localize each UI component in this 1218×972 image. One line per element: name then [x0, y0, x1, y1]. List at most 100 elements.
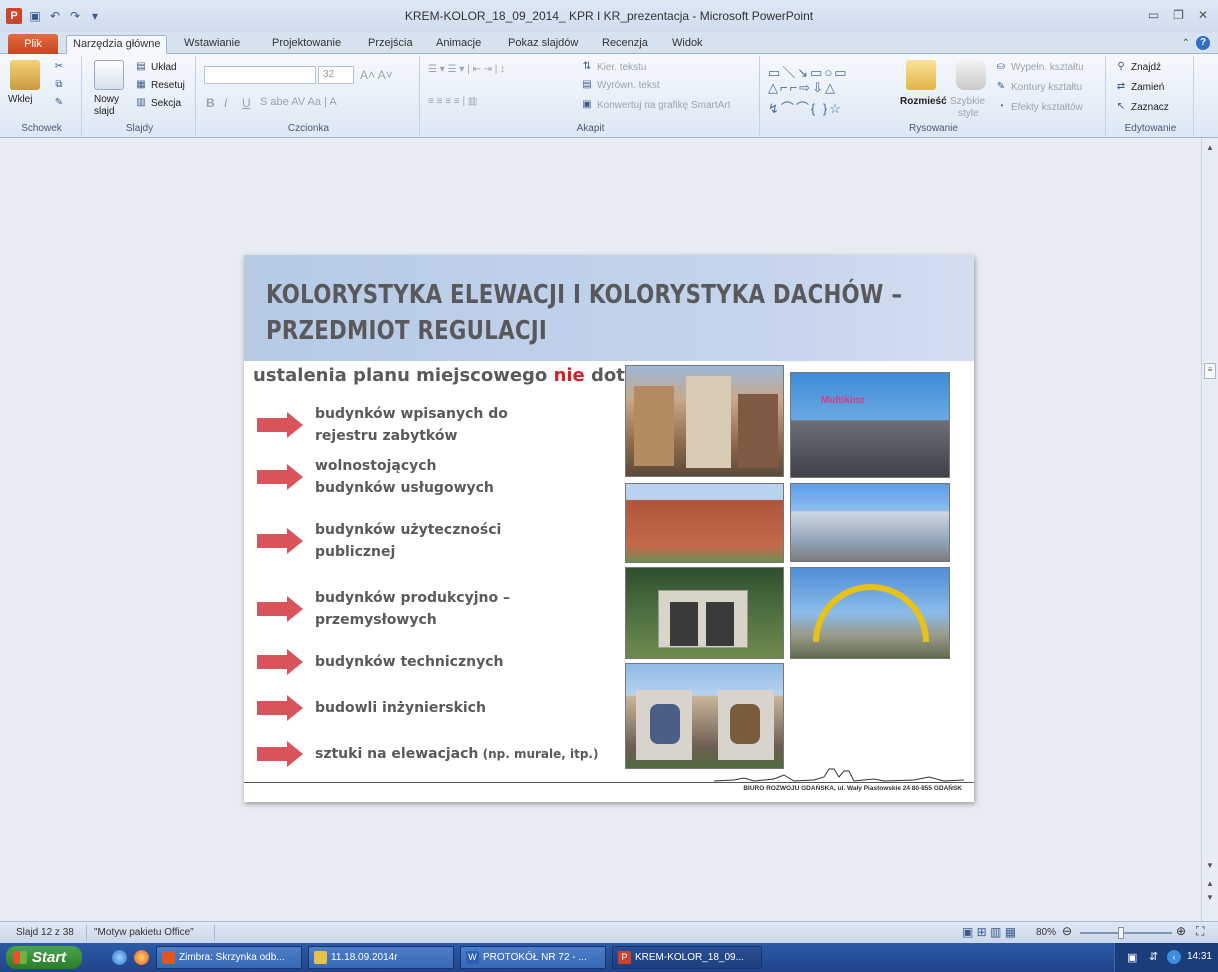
cut-button[interactable]: ✂	[52, 60, 66, 74]
new-slide-label-2[interactable]: slajd	[94, 106, 115, 117]
show-hidden-icons-icon[interactable]: ‹	[1167, 950, 1181, 964]
slide-canvas[interactable]: KOLORYSTYKA ELEWACJI I KOLORYSTYKA DACHÓ…	[244, 255, 974, 802]
arrange-button[interactable]: Rozmieść	[900, 96, 947, 107]
scrollbar-thumb[interactable]: ≡	[1204, 363, 1216, 379]
slide-title[interactable]: KOLORYSTYKA ELEWACJI I KOLORYSTYKA DACHÓ…	[266, 277, 947, 349]
photo-service-buildings[interactable]	[625, 483, 784, 563]
shapes-gallery[interactable]: ▭＼↘▭○▭	[768, 62, 849, 81]
tab-view[interactable]: Widok	[666, 35, 709, 54]
select-button[interactable]: ↖ Zaznacz	[1114, 100, 1169, 114]
ie-icon[interactable]	[112, 950, 127, 965]
shape-fill-button[interactable]: ⛀ Wypełn. kształtu	[994, 60, 1084, 74]
restore-icon[interactable]: ❐	[1173, 8, 1184, 22]
slide-subtitle[interactable]: ustalenia planu miejscowego nie dotyczą:	[253, 365, 677, 386]
taskbar-item-word[interactable]: W PROTOKÓŁ NR 72 - ...	[460, 946, 606, 969]
smartart-button[interactable]: ▣ Konwertuj na grafikę SmartArt	[580, 98, 730, 112]
photo-bridge[interactable]	[790, 567, 950, 659]
photo-murals[interactable]	[625, 663, 784, 769]
view-buttons[interactable]: ▣ ⊞ ▥ ▦	[962, 925, 1016, 939]
paste-icon[interactable]	[10, 60, 40, 90]
text-direction-button[interactable]: ⇅ Kier. tekstu	[580, 60, 647, 74]
taskbar-item-zimbra[interactable]: Zimbra: Skrzynka odb...	[156, 946, 302, 969]
fit-to-window-icon[interactable]: ⛶	[1196, 924, 1204, 939]
zoom-level[interactable]: 80%	[1036, 927, 1056, 938]
tab-review[interactable]: Recenzja	[596, 35, 654, 54]
zoom-slider[interactable]	[1080, 932, 1172, 934]
quick-styles-label-2[interactable]: style	[958, 108, 979, 119]
tab-animations[interactable]: Animacje	[430, 35, 487, 54]
tab-insert[interactable]: Wstawianie	[178, 35, 246, 54]
shadow-button[interactable]: S abe AV Aa | A	[260, 96, 337, 108]
scroll-up-icon[interactable]: ▲	[1206, 143, 1214, 152]
close-icon[interactable]: ✕	[1198, 8, 1208, 22]
bullet-item[interactable]: budynków produkcyjno – przemysłowych	[257, 587, 510, 631]
bullet-item[interactable]: budowli inżynierskich	[257, 695, 486, 721]
vertical-scrollbar[interactable]: ▲ ≡ ▼ ▲ ▼	[1201, 139, 1218, 921]
clock[interactable]: 14:31	[1187, 951, 1212, 962]
bullet-item[interactable]: budynków technicznych	[257, 649, 504, 675]
start-button[interactable]: Start	[6, 946, 82, 969]
new-slide-label[interactable]: Nowy	[94, 94, 119, 105]
section-button[interactable]: ▥ Sekcja	[134, 96, 181, 110]
layout-icon: ▤	[136, 61, 146, 72]
zoom-out-icon[interactable]: ⊖	[1062, 924, 1072, 938]
bullet-item[interactable]: budynków wpisanych do rejestru zabytków	[257, 403, 508, 447]
group-slides: Nowy slajd ▤ Układ ▦ Resetuj ▥ Sekcja Slajd…	[84, 56, 196, 136]
photo-public-building[interactable]	[790, 483, 950, 562]
minimize-ribbon-icon[interactable]: ⌃	[1182, 38, 1190, 49]
taskbar-item-folder[interactable]: 11.18.09.2014r	[308, 946, 454, 969]
arrange-icon[interactable]	[906, 60, 936, 90]
network-icon[interactable]: ⇵	[1149, 950, 1158, 963]
shapes-gallery-row2[interactable]: △⌐⌐⇨⇩△	[768, 80, 837, 96]
shapes-gallery-row3[interactable]: ↯⌒⌒{ }☆	[768, 98, 843, 117]
bullet-text: budynków technicznych	[315, 654, 504, 670]
quick-styles-icon[interactable]	[956, 60, 986, 90]
copy-button[interactable]: ⧉	[52, 78, 66, 92]
layout-button[interactable]: ▤ Układ	[134, 60, 176, 74]
shape-outline-button[interactable]: ✎ Kontury kształtu	[994, 80, 1082, 94]
group-editing: ⚲ Znajdź ⇄ Zamień ↖ Zaznacz Edytowanie	[1108, 56, 1194, 136]
underline-button[interactable]: U	[242, 96, 251, 110]
language-icon[interactable]: ▣	[1127, 951, 1137, 964]
find-button[interactable]: ⚲ Znajdź	[1114, 60, 1161, 74]
tab-slideshow[interactable]: Pokaz slajdów	[502, 35, 584, 54]
new-slide-icon[interactable]	[94, 60, 124, 90]
font-name-combo[interactable]	[204, 66, 316, 84]
previous-slide-icon[interactable]: ▲	[1206, 879, 1214, 888]
tab-home[interactable]: Narzędzia główne	[66, 35, 168, 54]
quick-styles-button[interactable]: Szybkie	[950, 96, 985, 107]
photo-historic-buildings[interactable]	[625, 365, 784, 477]
bullet-item[interactable]: sztuki na elewacjach (np. murale, itp.)	[257, 741, 598, 767]
tab-file[interactable]: Plik	[8, 34, 58, 54]
photo-multikino[interactable]: Multikino	[790, 372, 950, 478]
shape-effects-button[interactable]: ◔ Efekty kształtów	[994, 100, 1083, 114]
group-font: 32 A˄ A˅ B I U S abe AV Aa | A Czcionka	[198, 56, 420, 136]
next-slide-icon[interactable]: ▼	[1206, 893, 1214, 902]
firefox-icon[interactable]	[134, 950, 149, 965]
bullet-item[interactable]: budynków użyteczności publicznej	[257, 519, 501, 563]
replace-button[interactable]: ⇄ Zamień	[1114, 80, 1165, 94]
tab-transitions[interactable]: Przejścia	[362, 35, 419, 54]
help-icon[interactable]: ?	[1196, 36, 1210, 50]
reset-button[interactable]: ▦ Resetuj	[134, 78, 185, 92]
bullet-item[interactable]: wolnostojących budynków usługowych	[257, 455, 494, 499]
zoom-in-icon[interactable]: ⊕	[1176, 924, 1186, 938]
italic-button[interactable]: I	[224, 96, 227, 110]
theme-name[interactable]: "Motyw pakietu Office"	[94, 927, 194, 938]
minimize-icon[interactable]: ▭	[1148, 8, 1159, 22]
photo-technical-building[interactable]	[625, 567, 784, 659]
taskbar-item-powerpoint[interactable]: P KREM-KOLOR_18_09...	[612, 946, 762, 969]
grow-font-button[interactable]: A˄ A˅	[360, 68, 393, 82]
scroll-down-icon[interactable]: ▼	[1206, 861, 1214, 870]
paste-button[interactable]: Wklej	[8, 94, 32, 105]
align-buttons[interactable]: ≡ ≡ ≡ ≡ | ▥	[428, 96, 477, 107]
align-text-button[interactable]: ▤ Wyrówn. tekst	[580, 78, 659, 92]
windows-taskbar: Start Zimbra: Skrzynka odb... 11.18.09.2…	[0, 943, 1218, 972]
bullets-button[interactable]: ☰ ▾ ☰ ▾ | ⇤ ⇥ | ↕	[428, 64, 505, 75]
tab-design[interactable]: Projektowanie	[266, 35, 347, 54]
format-painter-button[interactable]: ✎	[52, 96, 66, 110]
font-size-combo[interactable]: 32	[318, 66, 354, 84]
bold-button[interactable]: B	[206, 96, 215, 110]
zoom-slider-thumb[interactable]	[1118, 927, 1124, 939]
ribbon-tabs: Plik Narzędzia główne Wstawianie Projekt…	[0, 32, 1218, 54]
